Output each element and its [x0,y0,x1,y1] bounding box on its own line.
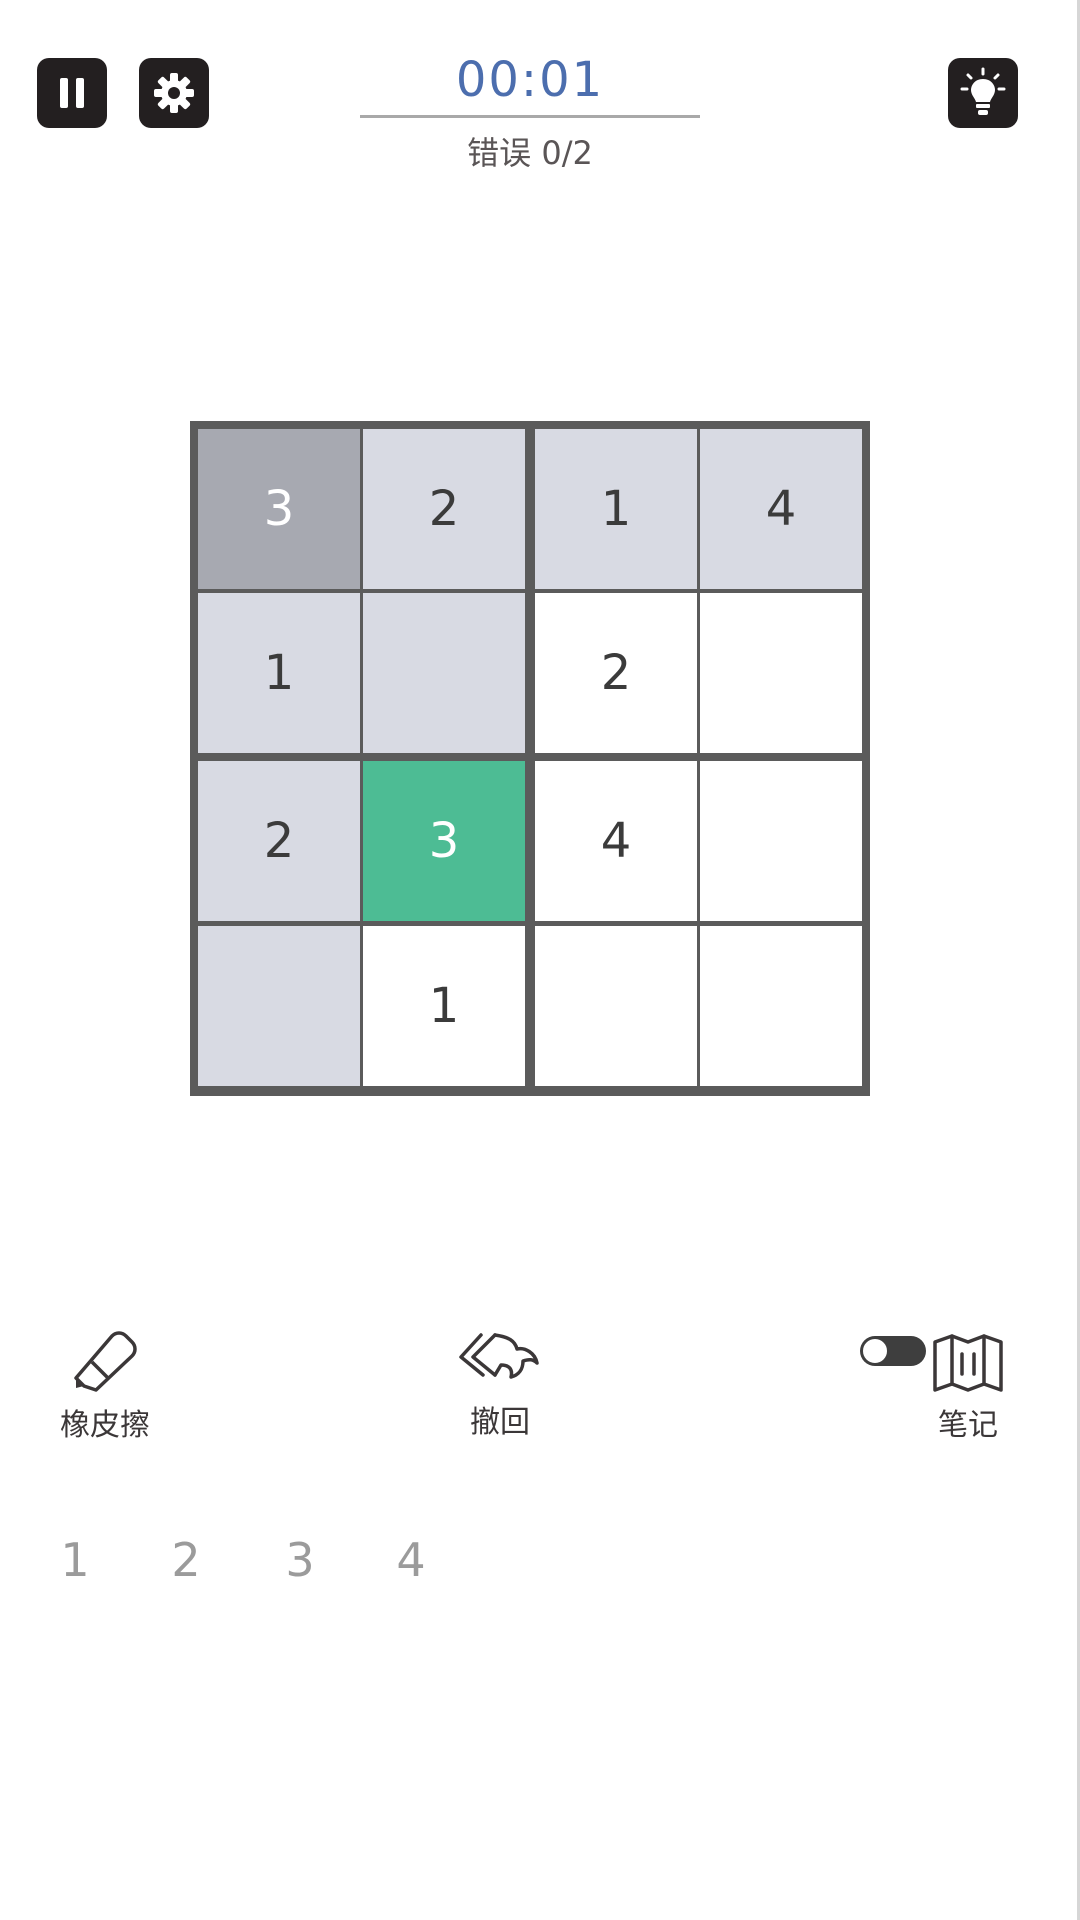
board-cell[interactable] [700,761,862,921]
board-cell[interactable]: 2 [535,593,697,753]
undo-button[interactable]: 撤回 [440,1325,560,1441]
board-cell[interactable]: 1 [535,429,697,589]
board-cell[interactable] [535,926,697,1086]
timer-display: 00:01 [455,52,605,108]
pause-button[interactable] [37,58,107,128]
numpad-key-1[interactable]: 1 [45,1530,105,1590]
hint-button[interactable] [948,58,1018,128]
board-cell[interactable] [363,593,525,753]
board-cell[interactable]: 4 [535,761,697,921]
lightbulb-icon [960,67,1006,115]
timer-underline [360,115,700,118]
notes-label: 笔记 [938,1408,998,1443]
board-cell[interactable]: 3 [363,761,525,921]
undo-label: 撤回 [470,1405,530,1440]
settings-button[interactable] [139,58,209,128]
board-cell[interactable]: 1 [198,593,360,753]
notes-toggle[interactable] [860,1336,926,1366]
pause-icon [60,78,84,108]
board-cell[interactable]: 4 [700,429,862,589]
sudoku-board: 3214122341 [190,421,870,1096]
board-cell[interactable]: 2 [363,429,525,589]
undo-icon [459,1333,539,1379]
game-screen: 00:01 错误 0/2 3214122341 橡皮擦 撤回 笔记 1 2 3 … [0,0,1080,1920]
board-cell[interactable]: 3 [198,429,360,589]
gear-icon [154,73,194,113]
eraser-button[interactable]: 橡皮擦 [40,1328,170,1444]
numpad-key-2[interactable]: 2 [156,1530,216,1590]
numpad-key-4[interactable]: 4 [381,1530,441,1590]
eraser-label: 橡皮擦 [60,1408,150,1443]
numpad-key-3[interactable]: 3 [270,1530,330,1590]
notes-button[interactable]: 笔记 [928,1330,1008,1444]
mistakes-counter: 错误 0/2 [467,134,593,172]
board-cell[interactable] [700,926,862,1086]
board-cell[interactable]: 2 [198,761,360,921]
eraser-icon [74,1331,137,1392]
board-cell[interactable] [198,926,360,1086]
board-cell[interactable] [700,593,862,753]
notebook-icon [933,1334,1003,1392]
notes-toggle-knob [862,1338,888,1364]
board-cell[interactable]: 1 [363,926,525,1086]
